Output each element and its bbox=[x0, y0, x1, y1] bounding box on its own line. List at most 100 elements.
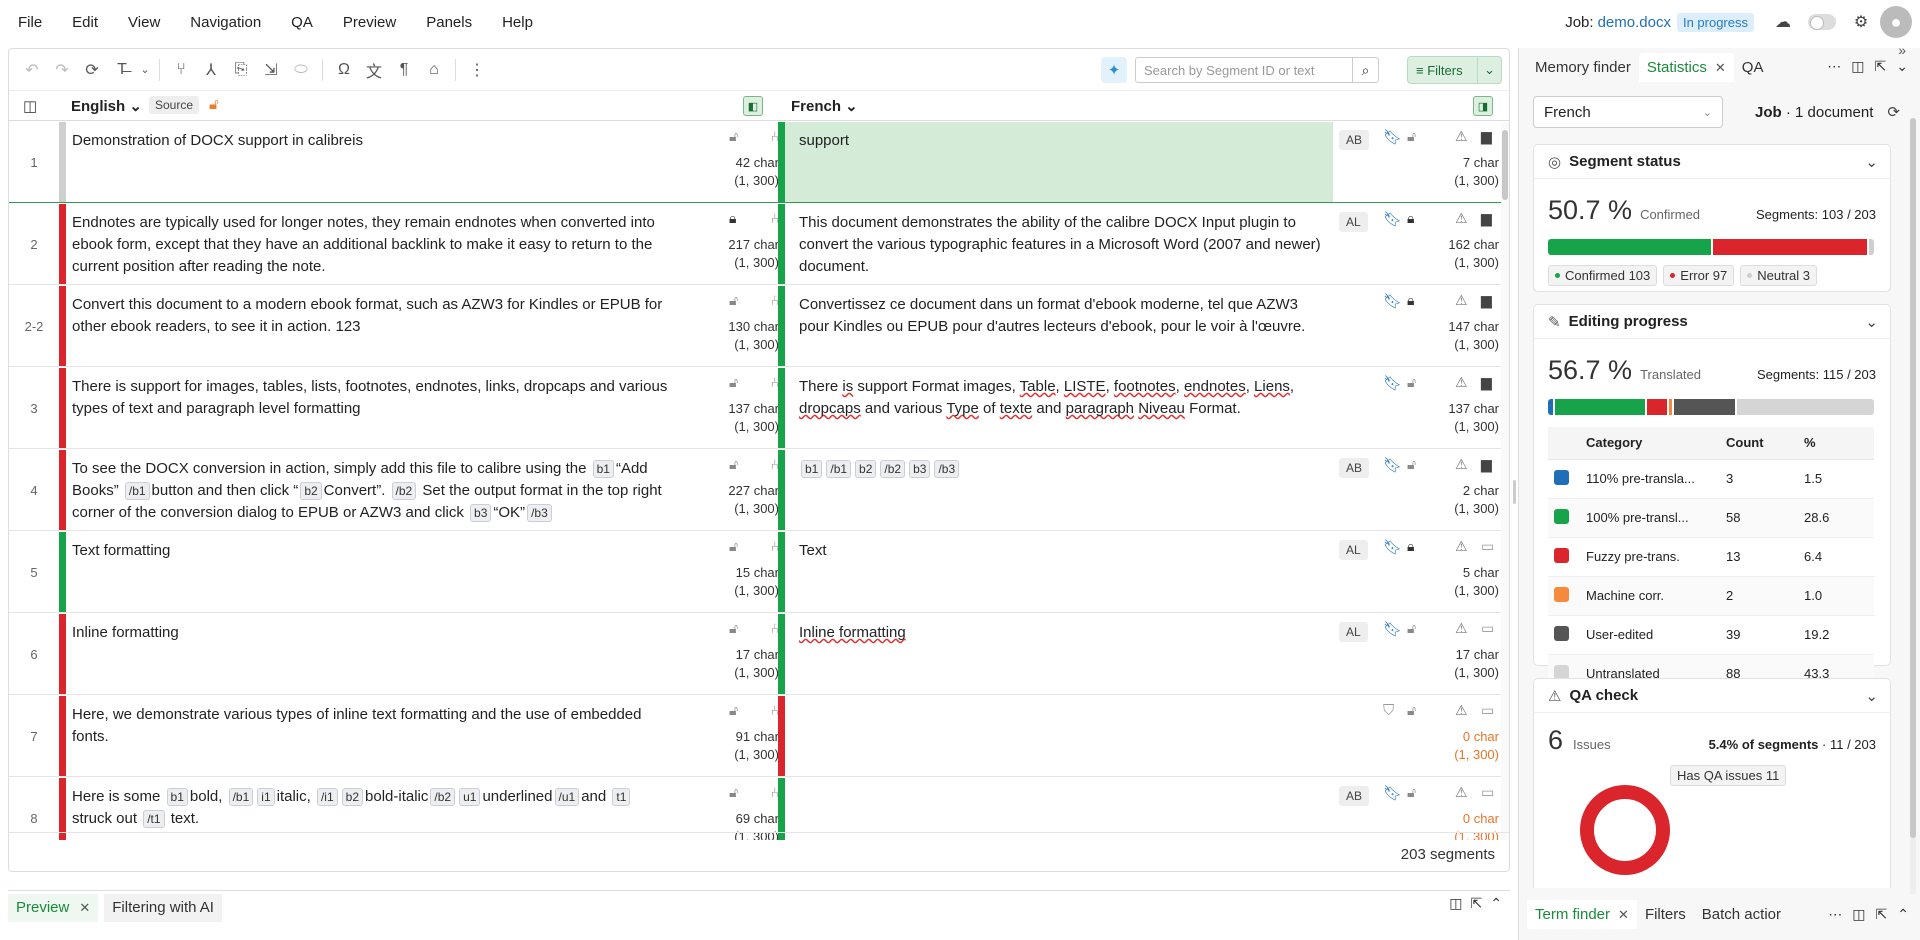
tab-memory-finder[interactable]: Memory finder bbox=[1527, 53, 1639, 82]
chevron-down-icon[interactable]: ⌄ bbox=[1865, 313, 1878, 331]
inline-tag[interactable]: /b2 bbox=[430, 788, 456, 806]
right-scrollbar[interactable] bbox=[1910, 118, 1916, 898]
lock-icon[interactable]: 🔒︎ bbox=[1407, 292, 1414, 309]
collapse-source-icon[interactable]: ◧ bbox=[743, 96, 763, 116]
unlock-icon[interactable]: 🔓︎ bbox=[729, 128, 738, 145]
merge-icon[interactable]: ⅄ bbox=[196, 55, 226, 85]
inline-tag[interactable]: b2 bbox=[341, 788, 364, 806]
avatar[interactable]: ● bbox=[1880, 6, 1912, 38]
menu-help[interactable]: Help bbox=[502, 14, 533, 31]
source-text[interactable]: Endnotes are typically used for longer n… bbox=[72, 212, 672, 278]
double-chevron-right-icon[interactable]: » bbox=[1898, 42, 1906, 58]
inline-tag[interactable]: /b1 bbox=[228, 788, 254, 806]
omega-icon[interactable]: Ω bbox=[329, 55, 359, 85]
target-text[interactable]: support bbox=[799, 130, 1329, 152]
undo-icon[interactable]: ↶ bbox=[17, 55, 47, 85]
table-row[interactable]: 5 Text formatting 🔓︎ ⑃ 15 char (1, 300) T… bbox=[9, 532, 1501, 613]
target-text[interactable]: Convertissez ce document dans un format … bbox=[799, 294, 1329, 338]
chevron-down-icon[interactable]: ⌄ bbox=[1896, 58, 1908, 75]
unlock-icon[interactable]: 🔓︎ bbox=[1407, 128, 1416, 145]
table-row[interactable]: 2 Endnotes are typically used for longer… bbox=[9, 204, 1501, 285]
table-row[interactable]: 100% pre-transl... 58 28.6 bbox=[1548, 498, 1874, 538]
search-icon[interactable]: ⌕ bbox=[1352, 58, 1378, 82]
source-text[interactable]: Inline formatting bbox=[72, 622, 672, 644]
tab-qa[interactable]: QA bbox=[1734, 53, 1772, 82]
comment-outline-icon[interactable]: ▭ bbox=[1481, 620, 1494, 637]
external-link-icon[interactable]: ⇱ bbox=[1875, 58, 1887, 75]
split-view-icon[interactable]: ◫ bbox=[1852, 906, 1865, 923]
table-row[interactable]: 7 Here, we demonstrate various types of … bbox=[9, 696, 1501, 777]
bookmark-icon[interactable]: 🔖︎ bbox=[1383, 374, 1402, 392]
warning-icon[interactable]: ⚠ bbox=[1455, 456, 1468, 473]
unlock-icon[interactable]: 🔓︎ bbox=[1407, 374, 1416, 391]
table-row[interactable]: Fuzzy pre-trans. 13 6.4 bbox=[1548, 537, 1874, 577]
more-horizontal-icon[interactable]: ⋯ bbox=[1828, 906, 1842, 923]
source-text[interactable]: Convert this document to a modern ebook … bbox=[72, 294, 672, 338]
unlock-icon[interactable]: 🔓︎ bbox=[1407, 456, 1416, 473]
split-view-icon[interactable]: ◫ bbox=[1449, 895, 1462, 912]
col-count[interactable]: Count bbox=[1720, 427, 1798, 460]
warning-icon[interactable]: ⚠ bbox=[1455, 128, 1468, 145]
bookmark-outline-icon[interactable]: ⛉ bbox=[1383, 702, 1394, 719]
tab-filtering-ai[interactable]: Filtering with AI bbox=[104, 893, 222, 922]
table-row[interactable]: User-edited 39 19.2 bbox=[1548, 615, 1874, 655]
inline-tag[interactable]: /b1 bbox=[124, 482, 150, 500]
source-text[interactable]: Here is some b1 bold, /b1 i1 italic, /i1 b2 b… bbox=[72, 786, 672, 830]
theme-toggle[interactable] bbox=[1808, 14, 1836, 30]
unlock-icon[interactable]: 🔓︎ bbox=[729, 456, 738, 473]
source-text[interactable]: Demonstration of DOCX support in calibre… bbox=[72, 130, 672, 152]
unlock-icon[interactable]: 🔓︎ bbox=[729, 538, 738, 555]
table-row[interactable]: 6 Inline formatting 🔓︎ ⑃ 17 char (1, 300)… bbox=[9, 614, 1501, 695]
segment-status-header[interactable]: ◎ Segment status ⌄ bbox=[1534, 145, 1890, 179]
source-text[interactable]: Text formatting bbox=[72, 540, 672, 562]
chevron-up-icon[interactable]: ⌃ bbox=[1490, 895, 1502, 912]
comment-icon[interactable]: ▆ bbox=[1481, 456, 1492, 473]
bookmark-icon[interactable]: 🔖︎ bbox=[1383, 620, 1402, 638]
table-row[interactable]: 3 There is support for images, tables, l… bbox=[9, 368, 1501, 449]
inline-tag[interactable]: b3 bbox=[909, 460, 931, 478]
warning-icon[interactable]: ⚠ bbox=[1455, 292, 1468, 309]
tag-outline-icon[interactable]: ⬭ bbox=[286, 55, 316, 85]
source-text[interactable]: There is support for images, tables, lis… bbox=[72, 376, 672, 420]
table-row[interactable]: 1 Demonstration of DOCX support in calib… bbox=[9, 122, 1501, 203]
source-language-select[interactable]: English ⌄ bbox=[71, 97, 142, 115]
refresh-icon[interactable]: ⟳ bbox=[1887, 104, 1900, 121]
warning-icon[interactable]: ⚠ bbox=[1455, 374, 1468, 391]
inline-tag[interactable]: /b3 bbox=[934, 460, 960, 478]
filters-button[interactable]: ≡ Filters ⌄ bbox=[1407, 56, 1502, 84]
more-vertical-icon[interactable]: ⋮ bbox=[462, 55, 492, 85]
table-row[interactable]: 8 Here is some b1 bold, /b1 i1 italic, /i1 b… bbox=[9, 778, 1501, 840]
unlock-icon[interactable]: 🔓︎ bbox=[1407, 784, 1416, 801]
insert-tag-icon[interactable]: ⇲ bbox=[256, 55, 286, 85]
inline-tag[interactable]: /b2 bbox=[880, 460, 906, 478]
gear-icon[interactable]: ⚙ bbox=[1848, 9, 1874, 35]
external-link-icon[interactable]: ⇱ bbox=[1876, 906, 1888, 923]
segment-scrollbar[interactable] bbox=[1501, 122, 1509, 840]
comment-icon[interactable]: ▆ bbox=[1481, 210, 1492, 227]
target-text[interactable]: Text bbox=[799, 540, 1329, 562]
tab-term-finder[interactable]: Term finder ✕ bbox=[1527, 899, 1637, 929]
more-horizontal-icon[interactable]: ⋯ bbox=[1827, 58, 1841, 75]
target-text[interactable]: Inline formatting bbox=[799, 622, 1329, 644]
sidebar-toggle-icon[interactable]: ◫ bbox=[23, 97, 37, 115]
inline-tag[interactable]: i1 bbox=[257, 788, 275, 806]
inline-tag[interactable]: b3 bbox=[470, 504, 492, 522]
inline-tag[interactable]: b1 bbox=[166, 788, 188, 806]
unlock-icon[interactable]: 🔓︎ bbox=[729, 620, 738, 637]
copy-source-icon[interactable]: ⎘ bbox=[226, 55, 256, 85]
redo-icon[interactable]: ↷ bbox=[47, 55, 77, 85]
chevron-down-icon[interactable]: ⌄ bbox=[1865, 687, 1878, 705]
panel-splitter[interactable] bbox=[1513, 480, 1516, 504]
inline-tag[interactable]: b2 bbox=[300, 482, 322, 500]
unlock-icon[interactable]: 🔓︎ bbox=[729, 374, 738, 391]
ai-sparkle-icon[interactable]: ✦ bbox=[1101, 57, 1127, 83]
chevron-down-icon[interactable]: ⌄ bbox=[1865, 153, 1878, 171]
inline-tag[interactable]: b1 bbox=[801, 460, 823, 478]
table-row[interactable]: 110% pre-transla... 3 1.5 bbox=[1548, 459, 1874, 499]
lock-icon[interactable]: 🔓︎ bbox=[209, 96, 219, 113]
warning-icon[interactable]: ⚠ bbox=[1455, 538, 1468, 555]
inline-tag[interactable]: /b1 bbox=[826, 460, 852, 478]
comment-outline-icon[interactable]: ▭ bbox=[1481, 702, 1494, 719]
split-view-icon[interactable]: ◫ bbox=[1851, 58, 1864, 75]
source-text[interactable]: To see the DOCX conversion in action, si… bbox=[72, 458, 672, 524]
